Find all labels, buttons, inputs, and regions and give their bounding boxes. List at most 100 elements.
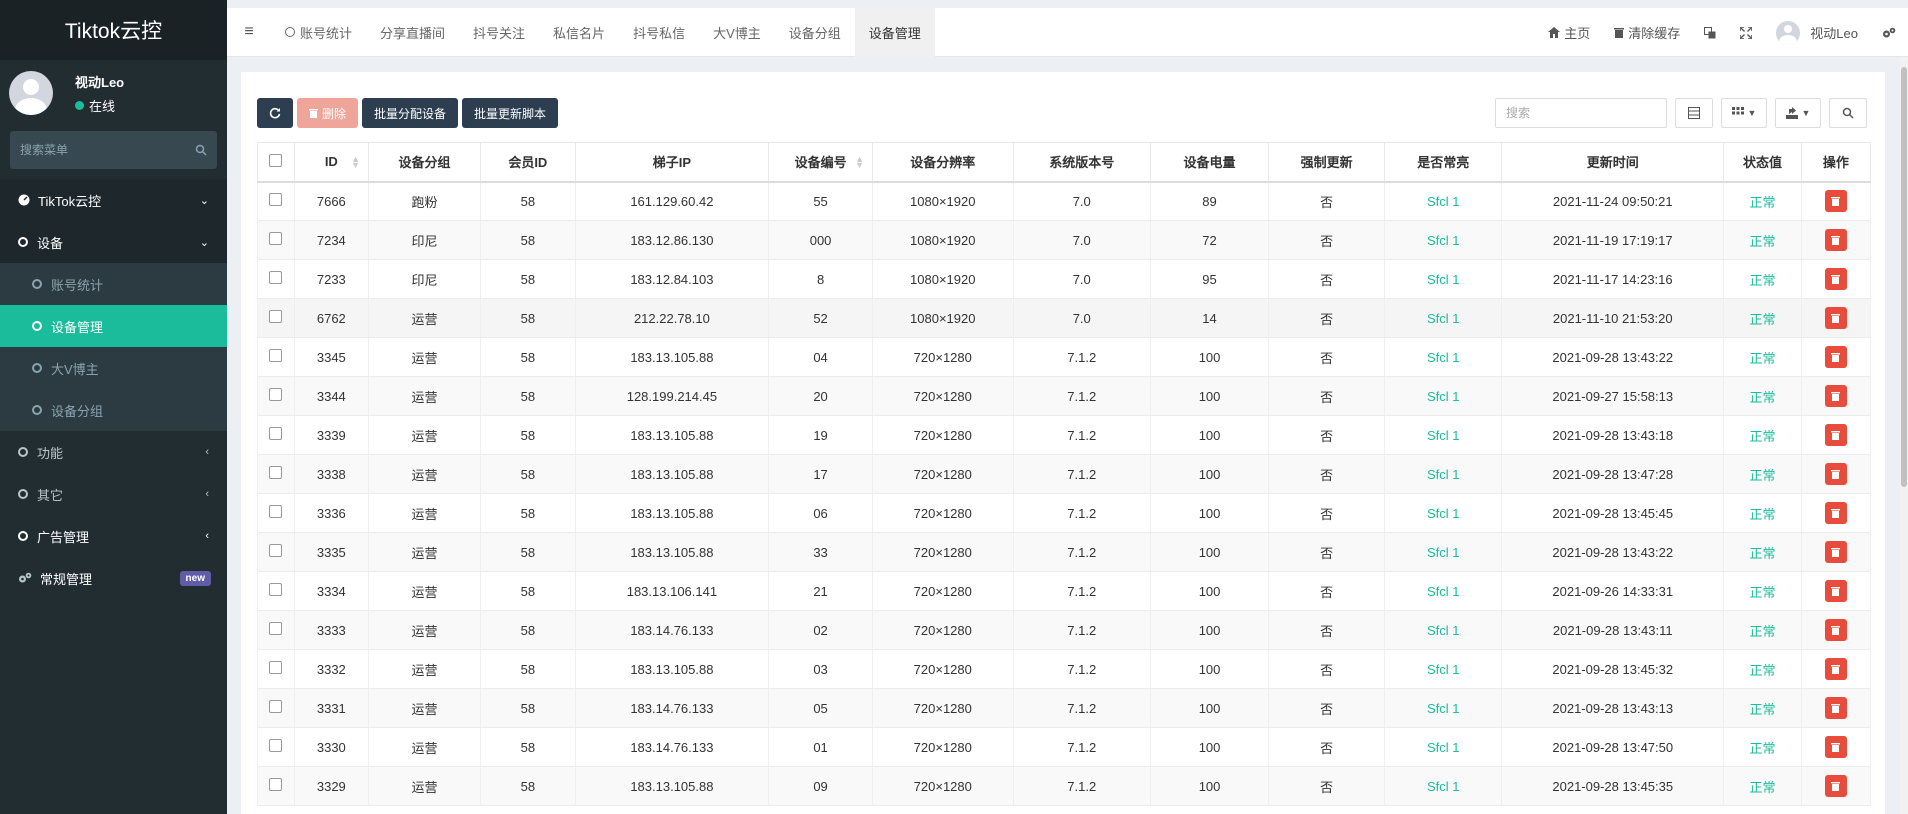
- table-row[interactable]: 3345 运营 58 183.13.105.88 04 720×1280 7.1.2 100 否…: [257, 337, 1872, 377]
- row-checkbox[interactable]: [269, 700, 283, 713]
- sidebar-item-tiktok[interactable]: TikTok云控 ⌄: [0, 179, 227, 221]
- cell-status[interactable]: 正常: [1723, 376, 1802, 416]
- clear-cache-link[interactable]: 清除缓存: [1602, 8, 1692, 57]
- table-row[interactable]: 3338 运营 58 183.13.105.88 17 720×1280 7.1.2 100 否…: [257, 454, 1872, 494]
- tab-follow[interactable]: 抖号关注: [459, 8, 539, 57]
- sidebar-item-account-stats[interactable]: 账号统计: [0, 263, 227, 305]
- cell-always-on[interactable]: Sfcl 1: [1384, 766, 1503, 806]
- tab-account-stats[interactable]: 账号统计: [271, 8, 366, 57]
- row-delete-button[interactable]: [1824, 268, 1847, 290]
- table-row[interactable]: 7234 印尼 58 183.12.86.130 000 1080×1920 7.0 72 否 S…: [257, 220, 1872, 260]
- table-search-input[interactable]: [1495, 98, 1667, 128]
- row-delete-button[interactable]: [1824, 502, 1847, 524]
- cell-status[interactable]: 正常: [1723, 181, 1802, 221]
- table-row[interactable]: 3334 运营 58 183.13.106.141 21 720×1280 7.1.2 100…: [257, 571, 1872, 611]
- cell-always-on[interactable]: Sfcl 1: [1384, 493, 1503, 533]
- table-row[interactable]: 3335 运营 58 183.13.105.88 33 720×1280 7.1.2 100 否…: [257, 532, 1872, 572]
- cell-always-on[interactable]: Sfcl 1: [1384, 298, 1503, 338]
- row-delete-button[interactable]: [1824, 541, 1847, 563]
- cell-always-on[interactable]: Sfcl 1: [1384, 649, 1503, 689]
- cell-always-on[interactable]: Sfcl 1: [1384, 181, 1503, 221]
- home-link[interactable]: 主页: [1536, 8, 1602, 57]
- sidebar-item-device[interactable]: 设备 ⌄: [0, 221, 227, 263]
- tab-share-live[interactable]: 分享直播间: [366, 8, 459, 57]
- row-delete-button[interactable]: [1824, 463, 1847, 485]
- cell-always-on[interactable]: Sfcl 1: [1384, 610, 1503, 650]
- row-delete-button[interactable]: [1824, 619, 1847, 641]
- row-delete-button[interactable]: [1824, 385, 1847, 407]
- row-checkbox[interactable]: [269, 739, 283, 752]
- settings-button[interactable]: [1870, 8, 1908, 57]
- cell-always-on[interactable]: Sfcl 1: [1384, 454, 1503, 494]
- row-checkbox[interactable]: [269, 661, 283, 674]
- cell-always-on[interactable]: Sfcl 1: [1384, 688, 1503, 728]
- table-row[interactable]: 3336 运营 58 183.13.105.88 06 720×1280 7.1.2 100 否…: [257, 493, 1872, 533]
- row-checkbox[interactable]: [269, 466, 283, 479]
- cell-status[interactable]: 正常: [1723, 571, 1802, 611]
- cell-status[interactable]: 正常: [1723, 337, 1802, 377]
- table-row[interactable]: 6762 运营 58 212.22.78.10 52 1080×1920 7.0 14 否 Sfc…: [257, 298, 1872, 338]
- table-row[interactable]: 3332 运营 58 183.13.105.88 03 720×1280 7.1.2 100 否…: [257, 649, 1872, 689]
- table-row[interactable]: 7233 印尼 58 183.12.84.103 8 1080×1920 7.0 95 否 Sfc…: [257, 259, 1872, 299]
- menu-toggle-icon[interactable]: ≡: [227, 23, 271, 41]
- translate-button[interactable]: [1692, 8, 1728, 57]
- cell-status[interactable]: 正常: [1723, 649, 1802, 689]
- cell-status[interactable]: 正常: [1723, 298, 1802, 338]
- cell-always-on[interactable]: Sfcl 1: [1384, 415, 1503, 455]
- row-checkbox[interactable]: [269, 310, 283, 323]
- row-checkbox[interactable]: [269, 583, 283, 596]
- tab-dm[interactable]: 抖号私信: [619, 8, 699, 57]
- table-row[interactable]: 3331 运营 58 183.14.76.133 05 720×1280 7.1.2 100 否…: [257, 688, 1872, 728]
- delete-button[interactable]: 删除: [297, 98, 359, 128]
- cell-always-on[interactable]: Sfcl 1: [1384, 571, 1503, 611]
- toggle-view-button[interactable]: [1675, 98, 1713, 128]
- cell-status[interactable]: 正常: [1723, 766, 1802, 806]
- search-icon[interactable]: [195, 144, 207, 156]
- sidebar-item-general[interactable]: 常规管理 new: [0, 557, 227, 599]
- user-menu[interactable]: 视动Leo: [1764, 8, 1870, 57]
- cell-status[interactable]: 正常: [1723, 454, 1802, 494]
- row-checkbox[interactable]: [269, 232, 283, 245]
- sidebar-item-bigv[interactable]: 大V博主: [0, 347, 227, 389]
- row-delete-button[interactable]: [1824, 346, 1847, 368]
- row-checkbox[interactable]: [269, 427, 283, 440]
- fullscreen-button[interactable]: [1728, 8, 1764, 57]
- cell-always-on[interactable]: Sfcl 1: [1384, 376, 1503, 416]
- row-checkbox[interactable]: [269, 193, 283, 207]
- row-delete-button[interactable]: [1824, 736, 1847, 758]
- tab-bigv[interactable]: 大V博主: [699, 8, 775, 57]
- cell-status[interactable]: 正常: [1723, 688, 1802, 728]
- row-checkbox[interactable]: [269, 622, 283, 635]
- sidebar-item-ads[interactable]: 广告管理 ‹: [0, 515, 227, 557]
- app-logo[interactable]: Tiktok云控: [0, 0, 227, 60]
- cell-status[interactable]: 正常: [1723, 259, 1802, 299]
- select-all-checkbox[interactable]: [269, 153, 283, 167]
- row-checkbox[interactable]: [269, 271, 283, 284]
- row-delete-button[interactable]: [1824, 580, 1847, 602]
- cell-always-on[interactable]: Sfcl 1: [1384, 337, 1503, 377]
- tab-device-group[interactable]: 设备分组: [775, 8, 855, 57]
- tab-device-management[interactable]: 设备管理: [854, 7, 935, 57]
- row-checkbox[interactable]: [269, 505, 283, 518]
- row-delete-button[interactable]: [1824, 658, 1847, 680]
- row-checkbox[interactable]: [269, 778, 283, 791]
- table-row[interactable]: 3329 运营 58 183.13.105.88 09 720×1280 7.1.2 100 否…: [257, 766, 1872, 806]
- row-delete-button[interactable]: [1824, 424, 1847, 446]
- table-row[interactable]: 3344 运营 58 128.199.214.45 20 720×1280 7.1.2 100…: [257, 376, 1872, 416]
- cell-status[interactable]: 正常: [1723, 610, 1802, 650]
- table-row[interactable]: 7666 跑粉 58 161.129.60.42 55 1080×1920 7.0 89 否 Sf…: [257, 181, 1872, 221]
- page-scrollbar[interactable]: [1900, 57, 1908, 814]
- sidebar-item-device-management[interactable]: 设备管理: [0, 305, 227, 347]
- sidebar-item-device-group[interactable]: 设备分组: [0, 389, 227, 431]
- row-delete-button[interactable]: [1824, 190, 1847, 213]
- sidebar-item-other[interactable]: 其它 ‹: [0, 473, 227, 515]
- cell-always-on[interactable]: Sfcl 1: [1384, 532, 1503, 572]
- sidebar-search-input[interactable]: [20, 143, 180, 157]
- cell-status[interactable]: 正常: [1723, 220, 1802, 260]
- row-checkbox[interactable]: [269, 544, 283, 557]
- batch-update-button[interactable]: 批量更新脚本: [462, 98, 559, 128]
- column-header-device-no[interactable]: 设备编号 ▲ ▼: [768, 142, 873, 183]
- row-delete-button[interactable]: [1824, 697, 1847, 719]
- cell-status[interactable]: 正常: [1723, 415, 1802, 455]
- cell-always-on[interactable]: Sfcl 1: [1384, 259, 1503, 299]
